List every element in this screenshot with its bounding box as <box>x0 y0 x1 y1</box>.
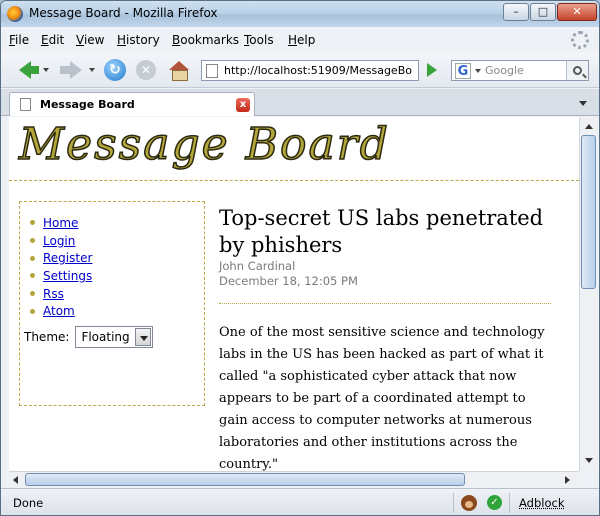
article-divider <box>219 303 551 304</box>
page-content: Message Board Home Login Register Settin… <box>9 117 579 471</box>
bullet-icon <box>30 273 35 279</box>
forward-history-dropdown[interactable] <box>89 68 95 72</box>
horizontal-scroll-thumb[interactable] <box>25 473 465 486</box>
nav-list: Home Login Register Settings Rss Atom <box>30 214 92 320</box>
search-input[interactable]: Google <box>485 64 566 77</box>
back-arrow-icon <box>19 61 39 79</box>
stop-button[interactable]: ✕ <box>135 59 157 81</box>
go-arrow-icon <box>427 63 437 77</box>
window-title: Message Board - Mozilla Firefox <box>29 6 218 20</box>
adblock-button[interactable]: Adblock <box>519 496 564 510</box>
nav-item-register: Register <box>30 249 92 267</box>
stop-icon: ✕ <box>136 60 156 80</box>
tab-strip: Message Board x <box>1 89 599 116</box>
menu-edit[interactable]: Edit <box>41 33 64 47</box>
site-header: Message Board <box>9 117 579 181</box>
nav-item-settings: Settings <box>30 267 92 285</box>
menu-bar: File Edit View History Bookmarks Tools H… <box>1 29 599 51</box>
scroll-down-icon[interactable] <box>580 453 597 469</box>
back-history-dropdown[interactable] <box>43 68 49 72</box>
page-icon <box>206 63 218 78</box>
scroll-up-icon[interactable] <box>580 119 597 135</box>
go-button[interactable] <box>421 59 443 81</box>
status-text: Done <box>13 496 44 510</box>
tab-close-button[interactable]: x <box>236 98 250 112</box>
vertical-scroll-thumb[interactable] <box>581 135 596 289</box>
sidebar: Home Login Register Settings Rss Atom Th… <box>19 201 205 406</box>
vertical-scrollbar[interactable] <box>579 117 597 471</box>
check-icon[interactable]: ✓ <box>487 495 502 510</box>
nav-link-rss[interactable]: Rss <box>43 287 64 301</box>
article-body: One of the most sensitive science and te… <box>219 325 545 471</box>
menu-view[interactable]: View <box>76 33 104 47</box>
site-logo[interactable]: Message Board <box>18 118 390 171</box>
article-author: John Cardinal <box>219 259 296 273</box>
status-divider <box>453 493 454 513</box>
minimize-button[interactable]: – <box>503 3 529 21</box>
reload-button[interactable]: ↻ <box>103 59 127 81</box>
theme-row: Theme: Floating <box>24 326 154 348</box>
bullet-icon <box>30 255 35 261</box>
bullet-icon <box>30 308 35 314</box>
status-bar: Done ✓ Adblock <box>1 488 599 515</box>
magnifier-icon <box>573 66 582 75</box>
article-title[interactable]: Top-secret US labs penetrated by phisher… <box>219 205 575 259</box>
home-button[interactable] <box>167 59 191 81</box>
nav-item-login: Login <box>30 232 92 250</box>
navigation-toolbar: ↻ ✕ http://localhost:51909/MessageBo G G… <box>1 52 599 88</box>
tab-label: Message Board <box>40 98 135 111</box>
forward-arrow-icon <box>60 61 82 79</box>
theme-label: Theme: <box>24 330 70 344</box>
menu-bookmarks[interactable]: Bookmarks <box>172 33 239 47</box>
nav-item-home: Home <box>30 214 92 232</box>
google-engine-icon[interactable]: G <box>455 62 471 79</box>
theme-selected-value: Floating <box>81 330 130 344</box>
nav-link-atom[interactable]: Atom <box>43 304 75 318</box>
bullet-icon <box>30 291 35 297</box>
nav-link-register[interactable]: Register <box>43 251 92 265</box>
horizontal-scrollbar[interactable] <box>9 471 579 487</box>
nav-link-settings[interactable]: Settings <box>43 269 92 283</box>
status-divider <box>509 493 510 513</box>
menu-history[interactable]: History <box>117 33 160 47</box>
greasemonkey-icon[interactable] <box>461 495 477 511</box>
url-bar[interactable]: http://localhost:51909/MessageBo <box>201 60 419 81</box>
maximize-button[interactable]: □ <box>530 3 556 21</box>
close-window-button[interactable]: ✕ <box>557 3 597 21</box>
search-box[interactable]: G Google <box>451 60 589 81</box>
reload-icon: ↻ <box>104 59 126 81</box>
home-icon <box>169 61 189 81</box>
chevron-down-icon[interactable] <box>135 328 152 346</box>
bullet-icon <box>30 238 35 244</box>
title-bar: Message Board - Mozilla Firefox – □ ✕ <box>1 1 599 27</box>
tab-message-board[interactable]: Message Board x <box>9 92 255 116</box>
theme-select[interactable]: Floating <box>75 326 154 348</box>
bullet-icon <box>30 220 35 226</box>
nav-item-atom: Atom <box>30 302 92 320</box>
nav-link-home[interactable]: Home <box>43 216 78 230</box>
page-icon <box>20 98 31 111</box>
firefox-icon <box>7 6 23 22</box>
url-text[interactable]: http://localhost:51909/MessageBo <box>224 64 412 77</box>
article: Top-secret US labs penetrated by phisher… <box>219 205 575 471</box>
throbber-icon <box>571 31 589 49</box>
nav-link-login[interactable]: Login <box>43 234 75 248</box>
menu-file[interactable]: File <box>9 33 29 47</box>
menu-help[interactable]: Help <box>288 33 315 47</box>
browser-window: Message Board - Mozilla Firefox – □ ✕ Fi… <box>0 0 600 516</box>
menu-tools[interactable]: Tools <box>244 33 274 47</box>
nav-item-rss: Rss <box>30 285 92 303</box>
list-all-tabs-icon[interactable] <box>579 101 587 106</box>
article-date: December 18, 12:05 PM <box>219 274 358 288</box>
back-button[interactable] <box>11 59 39 81</box>
search-button[interactable] <box>566 61 588 80</box>
forward-button[interactable] <box>55 59 83 81</box>
engine-dropdown-icon[interactable] <box>475 68 481 73</box>
